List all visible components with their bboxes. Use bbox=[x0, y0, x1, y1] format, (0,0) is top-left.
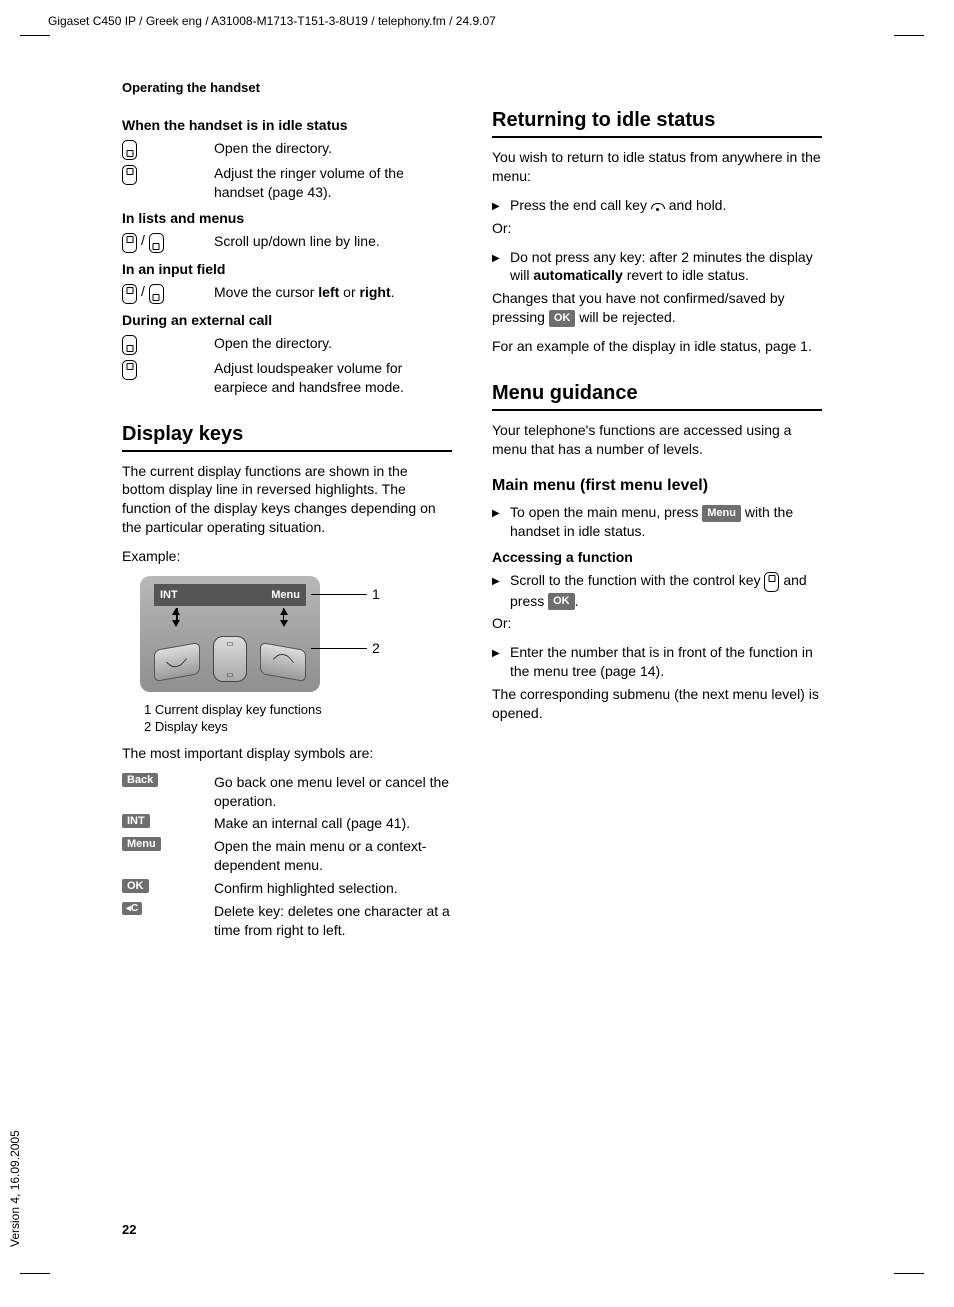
bullet-scroll-function: Scroll to the function with the control … bbox=[510, 571, 822, 611]
desc-ringer-volume: Adjust the ringer volume of the handset … bbox=[214, 164, 452, 202]
end-call-key-icon bbox=[651, 201, 665, 212]
slash: / bbox=[141, 232, 145, 248]
bullet-arrow-icon bbox=[492, 248, 510, 286]
crop-mark bbox=[894, 35, 924, 36]
para-display-keys: The current display functions are shown … bbox=[122, 462, 452, 538]
desc-menu: Open the main menu or a context-dependen… bbox=[214, 837, 452, 875]
fig-softkey-right bbox=[260, 642, 306, 682]
subhead-lists: In lists and menus bbox=[122, 210, 452, 226]
crop-mark bbox=[894, 1273, 924, 1274]
control-key-up-icon bbox=[764, 572, 779, 592]
running-head: Operating the handset bbox=[122, 80, 842, 95]
para-submenu: The corresponding submenu (the next menu… bbox=[492, 685, 822, 723]
badge-ok: OK bbox=[122, 879, 149, 893]
fig-softkey-left bbox=[154, 642, 200, 682]
left-column: When the handset is in idle status Open … bbox=[122, 109, 452, 944]
fig-caption-2: 2 Display keys bbox=[144, 719, 452, 736]
subhead-input-field: In an input field bbox=[122, 261, 452, 277]
heading-display-keys: Display keys bbox=[122, 423, 452, 452]
heading-return-idle: Returning to idle status bbox=[492, 109, 822, 138]
desc-loudspeaker: Adjust loudspeaker volume for earpiece a… bbox=[214, 359, 452, 397]
bullet-auto-revert: Do not press any key: after 2 minutes th… bbox=[510, 248, 822, 286]
bullet-arrow-icon bbox=[492, 196, 510, 215]
desc-open-directory: Open the directory. bbox=[214, 139, 452, 160]
header-path: Gigaset C450 IP / Greek eng / A31008-M17… bbox=[48, 14, 496, 28]
desc-back: Go back one menu level or cancel the ope… bbox=[214, 773, 452, 811]
or-2: Or: bbox=[492, 614, 822, 633]
control-key-down-icon bbox=[149, 233, 164, 253]
badge-menu: Menu bbox=[122, 837, 161, 851]
badge-ok-inline: OK bbox=[549, 310, 576, 327]
bullet-arrow-icon bbox=[492, 643, 510, 681]
control-key-down-icon bbox=[122, 140, 137, 160]
page-number: 22 bbox=[122, 1222, 136, 1237]
subhead-idle: When the handset is in idle status bbox=[122, 117, 452, 133]
slash: / bbox=[141, 283, 145, 299]
badge-menu-inline: Menu bbox=[702, 505, 741, 522]
fig-label-menu: Menu bbox=[271, 589, 300, 601]
desc-ok: Confirm highlighted selection. bbox=[214, 879, 452, 898]
desc-delete: Delete key: deletes one character at a t… bbox=[214, 902, 452, 940]
control-key-down-icon bbox=[122, 335, 137, 355]
control-key-up-icon bbox=[122, 284, 137, 304]
badge-back: Back bbox=[122, 773, 158, 787]
bullet-end-call: Press the end call key and hold. bbox=[510, 196, 822, 215]
fig-nav-key bbox=[213, 636, 247, 682]
bullet-arrow-icon bbox=[492, 571, 510, 611]
example-label: Example: bbox=[122, 547, 452, 566]
heading-menu-guidance: Menu guidance bbox=[492, 382, 822, 411]
figure-handset: INT Menu 1 2 bbox=[140, 576, 420, 698]
desc-open-directory-2: Open the directory. bbox=[214, 334, 452, 355]
badge-delete-c: ◂C bbox=[122, 902, 142, 915]
bullet-enter-number: Enter the number that is in front of the… bbox=[510, 643, 822, 681]
subhead-external-call: During an external call bbox=[122, 312, 452, 328]
heading-main-menu: Main menu (first menu level) bbox=[492, 477, 822, 495]
crop-mark bbox=[20, 35, 50, 36]
or-1: Or: bbox=[492, 219, 822, 238]
subhead-accessing: Accessing a function bbox=[492, 549, 822, 565]
badge-int: INT bbox=[122, 814, 150, 828]
para-menu-guidance: Your telephone's functions are accessed … bbox=[492, 421, 822, 459]
desc-cursor: Move the cursor left or right. bbox=[214, 283, 452, 304]
callout-1: 1 bbox=[372, 586, 380, 602]
callout-2: 2 bbox=[372, 640, 380, 656]
fig-label-int: INT bbox=[160, 589, 178, 601]
fig-caption-1: 1 Current display key functions bbox=[144, 702, 452, 719]
control-key-up-icon bbox=[122, 165, 137, 185]
control-key-up-icon bbox=[122, 360, 137, 380]
page-content: Operating the handset When the handset i… bbox=[122, 80, 842, 944]
control-key-up-icon bbox=[122, 233, 137, 253]
version-text: Version 4, 16.09.2005 bbox=[8, 1130, 22, 1247]
desc-scroll: Scroll up/down line by line. bbox=[214, 232, 452, 253]
bullet-arrow-icon bbox=[492, 503, 510, 541]
para-return-intro: You wish to return to idle status from a… bbox=[492, 148, 822, 186]
bullet-open-main-menu: To open the main menu, press Menu with t… bbox=[510, 503, 822, 541]
crop-mark bbox=[20, 1273, 50, 1274]
para-idle-example: For an example of the display in idle st… bbox=[492, 337, 822, 356]
desc-int: Make an internal call (page 41). bbox=[214, 814, 452, 833]
badge-ok-inline-2: OK bbox=[548, 593, 575, 610]
para-symbols-intro: The most important display symbols are: bbox=[122, 744, 452, 763]
right-column: Returning to idle status You wish to ret… bbox=[492, 109, 822, 944]
para-rejected: Changes that you have not confirmed/save… bbox=[492, 289, 822, 327]
control-key-down-icon bbox=[149, 284, 164, 304]
